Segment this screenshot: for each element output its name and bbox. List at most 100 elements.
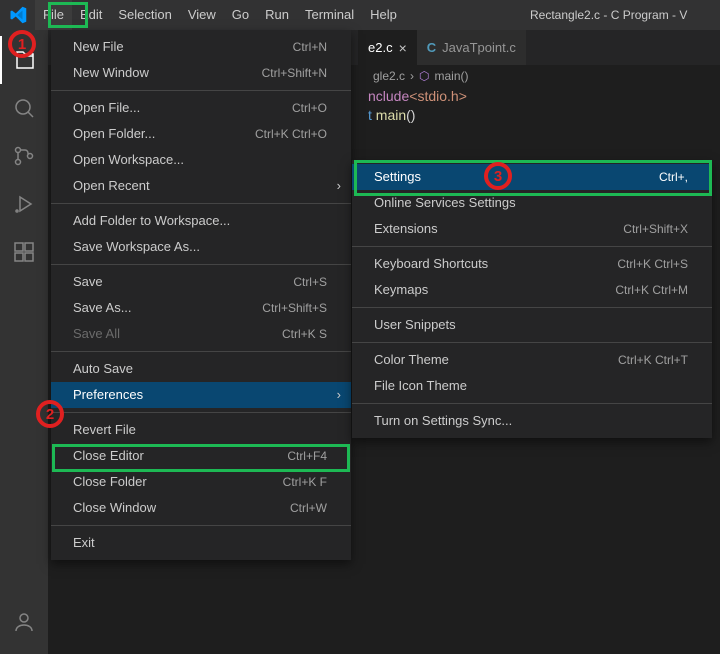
menu-run[interactable]: Run [257, 0, 297, 30]
preferences-submenu: SettingsCtrl+,Online Services SettingsEx… [352, 160, 712, 438]
code-token: main [376, 107, 406, 123]
menu-item-label: Keyboard Shortcuts [374, 251, 488, 277]
menu-help[interactable]: Help [362, 0, 405, 30]
run-debug-icon[interactable] [0, 180, 48, 228]
menu-item-label: Open File... [73, 95, 140, 121]
menu-item[interactable]: Revert File [51, 417, 351, 443]
menu-file[interactable]: File [35, 0, 72, 30]
menu-item[interactable]: Open Workspace... [51, 147, 351, 173]
code-token: <stdio.h> [409, 88, 467, 104]
menu-item-label: Extensions [374, 216, 438, 242]
menu-item-label: New File [73, 34, 124, 60]
keyboard-shortcut: Ctrl+F4 [287, 443, 327, 469]
menu-item-label: Color Theme [374, 347, 449, 373]
menu-item[interactable]: Save All Ctrl+K S [51, 321, 351, 347]
menu-item-label: New Window [73, 60, 149, 86]
keyboard-shortcut: Ctrl+Shift+S [262, 295, 327, 321]
menu-view[interactable]: View [180, 0, 224, 30]
menu-item[interactable]: Close Window Ctrl+W [51, 495, 351, 521]
menu-item[interactable]: Turn on Settings Sync... [352, 408, 712, 434]
breadcrumb-symbol: main() [435, 69, 469, 83]
activity-bar [0, 30, 48, 654]
menu-item-label: Exit [73, 530, 95, 556]
breadcrumb-file: gle2.c [373, 69, 405, 83]
search-icon[interactable] [0, 84, 48, 132]
tab-label: e2.c [368, 40, 393, 55]
menu-item-label: Add Folder to Workspace... [73, 208, 230, 234]
keyboard-shortcut: Ctrl+N [293, 34, 327, 60]
close-icon[interactable]: × [399, 40, 407, 56]
menu-item[interactable]: Extensions Ctrl+Shift+X [352, 216, 712, 242]
keyboard-shortcut: Ctrl+K Ctrl+O [255, 121, 327, 147]
menu-item-label: Close Folder [73, 469, 147, 495]
menu-edit[interactable]: Edit [72, 0, 110, 30]
chevron-right-icon: › [410, 69, 414, 83]
menu-item-label: Close Editor [73, 443, 144, 469]
accounts-icon[interactable] [0, 598, 48, 646]
menu-item-label: Open Recent [73, 173, 150, 199]
menu-item-label: Turn on Settings Sync... [374, 408, 512, 434]
keyboard-shortcut: Ctrl+K F [283, 469, 327, 495]
menu-item[interactable]: Online Services Settings [352, 190, 712, 216]
menu-item[interactable]: Save Ctrl+S [51, 269, 351, 295]
chevron-right-icon: › [337, 173, 341, 199]
menu-item[interactable]: Add Folder to Workspace... [51, 208, 351, 234]
source-control-icon[interactable] [0, 132, 48, 180]
menu-item[interactable]: Open Folder...Ctrl+K Ctrl+O [51, 121, 351, 147]
menu-item[interactable]: Close Editor Ctrl+F4 [51, 443, 351, 469]
keyboard-shortcut: Ctrl+Shift+X [623, 216, 688, 242]
menu-item-label: Close Window [73, 495, 156, 521]
menu-item[interactable]: Close Folder Ctrl+K F [51, 469, 351, 495]
menu-item-label: File Icon Theme [374, 373, 467, 399]
code-token: () [406, 107, 415, 123]
menu-item-label: Preferences [73, 382, 143, 408]
menu-bar: File Edit Selection View Go Run Terminal… [35, 0, 405, 30]
menu-item[interactable]: SettingsCtrl+, [352, 164, 712, 190]
c-file-icon: C [427, 40, 436, 55]
keyboard-shortcut: Ctrl+K Ctrl+S [617, 251, 688, 277]
menu-item[interactable]: Open File... Ctrl+O [51, 95, 351, 121]
menu-selection[interactable]: Selection [110, 0, 179, 30]
explorer-icon[interactable] [0, 36, 48, 84]
menu-item[interactable]: File Icon Theme [352, 373, 712, 399]
menu-item-label: Keymaps [374, 277, 428, 303]
code-token: nclude [368, 88, 409, 104]
title-bar: File Edit Selection View Go Run Terminal… [0, 0, 720, 30]
extensions-icon[interactable] [0, 228, 48, 276]
menu-item[interactable]: Preferences › [51, 382, 351, 408]
menu-item-label: Auto Save [73, 356, 133, 382]
keyboard-shortcut: Ctrl+W [290, 495, 327, 521]
menu-item[interactable]: Save Workspace As... [51, 234, 351, 260]
keyboard-shortcut: Ctrl+O [292, 95, 327, 121]
chevron-right-icon: › [337, 382, 341, 408]
menu-item[interactable]: User Snippets [352, 312, 712, 338]
menu-item-label: User Snippets [374, 312, 456, 338]
file-menu-dropdown: New File Ctrl+NNew WindowCtrl+Shift+N Open… [51, 30, 351, 560]
menu-go[interactable]: Go [224, 0, 257, 30]
menu-item[interactable]: Open Recent › [51, 173, 351, 199]
menu-item[interactable]: Keyboard Shortcuts Ctrl+K Ctrl+S [352, 251, 712, 277]
menu-item-label: Settings [374, 164, 421, 190]
menu-item[interactable]: New File Ctrl+N [51, 34, 351, 60]
menu-item-label: Revert File [73, 417, 136, 443]
tab-javatpoint[interactable]: C JavaTpoint.c [417, 30, 526, 65]
vscode-logo-icon [0, 0, 35, 30]
menu-item-label: Save All [73, 321, 120, 347]
keyboard-shortcut: Ctrl+K Ctrl+T [618, 347, 688, 373]
menu-item[interactable]: Auto Save [51, 356, 351, 382]
menu-item-label: Save [73, 269, 103, 295]
keyboard-shortcut: Ctrl+S [293, 269, 327, 295]
menu-item[interactable]: KeymapsCtrl+K Ctrl+M [352, 277, 712, 303]
tab-label: JavaTpoint.c [442, 40, 516, 55]
menu-item[interactable]: Exit [51, 530, 351, 556]
window-title: Rectangle2.c - C Program - V [530, 8, 687, 22]
menu-item-label: Open Workspace... [73, 147, 184, 173]
tab-active[interactable]: e2.c × [358, 30, 417, 65]
menu-item[interactable]: Color Theme Ctrl+K Ctrl+T [352, 347, 712, 373]
method-icon: ⬡ [419, 69, 429, 83]
menu-item[interactable]: New WindowCtrl+Shift+N [51, 60, 351, 86]
menu-terminal[interactable]: Terminal [297, 0, 362, 30]
menu-item-label: Online Services Settings [374, 190, 516, 216]
menu-item[interactable]: Save As...Ctrl+Shift+S [51, 295, 351, 321]
keyboard-shortcut: Ctrl+K S [282, 321, 327, 347]
